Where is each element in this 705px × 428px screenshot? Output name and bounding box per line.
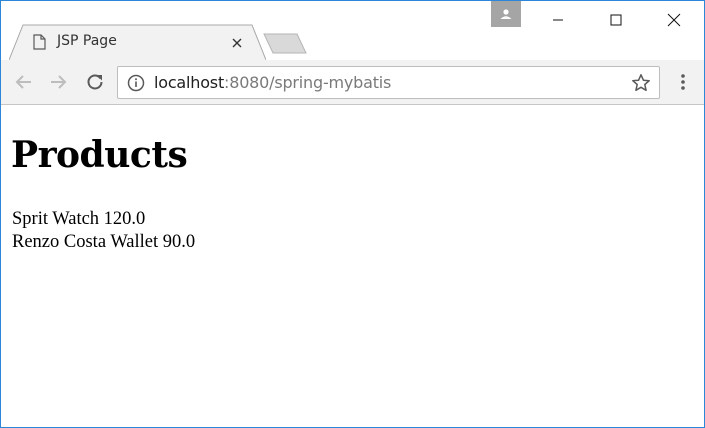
url-text[interactable]: localhost:8080/spring-mybatis [154,73,391,92]
reload-icon [87,74,103,90]
document-icon [33,34,46,50]
arrow-right-icon [51,75,67,89]
browser-menu-button[interactable] [671,70,695,94]
maximize-button[interactable] [587,1,645,39]
product-item: Sprit Watch 120.0 [12,209,146,229]
tab-title: JSP Page [57,33,117,49]
tab-strip: JSP Page [1,1,704,61]
new-tab-button[interactable] [263,33,307,54]
minimize-button[interactable] [529,1,587,39]
page-heading: Products [11,134,188,176]
tab-close-button[interactable] [228,34,246,52]
arrow-left-icon [15,75,31,89]
minimize-icon [553,19,563,21]
kebab-menu-icon [681,74,685,90]
info-icon[interactable] [127,74,145,92]
product-list: Sprit Watch 120.0 Renzo Costa Wallet 90.… [12,208,195,254]
tab-jsp-page[interactable]: JSP Page [9,24,266,61]
profile-button[interactable] [491,1,521,27]
url-host: localhost [154,73,225,92]
browser-toolbar: localhost:8080/spring-mybatis [1,60,704,105]
window-close-button[interactable] [645,1,703,39]
close-icon [232,38,242,48]
product-item: Renzo Costa Wallet 90.0 [12,232,196,252]
star-icon[interactable] [631,73,651,93]
forward-button[interactable] [43,67,73,97]
reload-button[interactable] [80,67,110,97]
person-icon [500,9,512,19]
url-path: :8080/spring-mybatis [224,73,392,92]
back-button[interactable] [9,67,39,97]
maximize-icon [610,14,622,26]
close-icon [667,13,681,27]
address-bar[interactable]: localhost:8080/spring-mybatis [117,66,660,99]
page-content: Products Sprit Watch 120.0 Renzo Costa W… [1,106,704,427]
browser-window: JSP Page localhost:8080/spring-mybatis P… [0,0,705,428]
